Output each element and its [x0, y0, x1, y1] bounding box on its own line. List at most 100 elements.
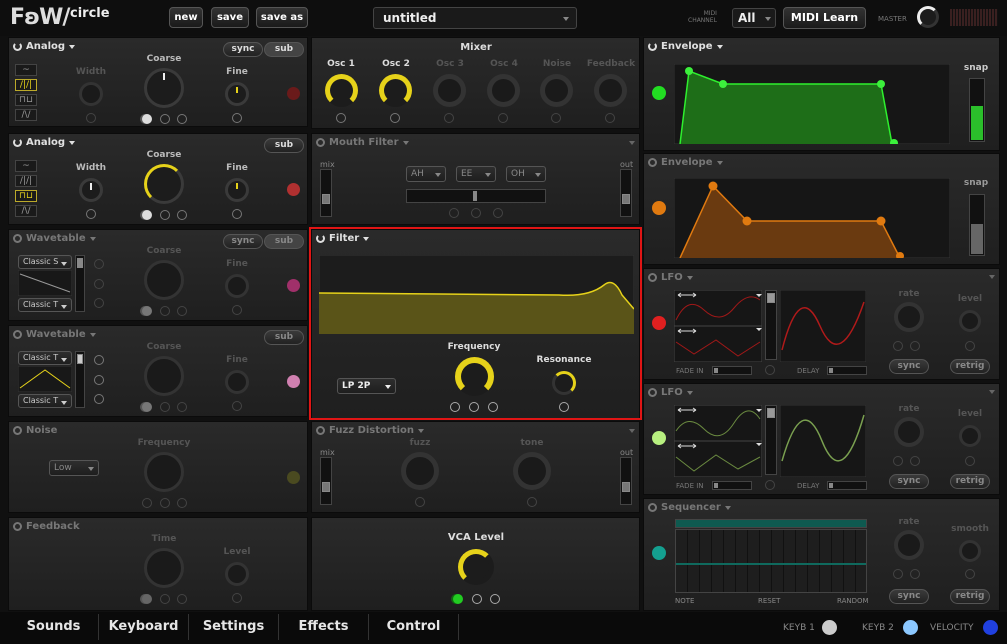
sub-button[interactable]: sub: [264, 138, 304, 153]
mod-slot[interactable]: [450, 402, 460, 412]
mod-slot[interactable]: [765, 480, 775, 490]
filter-resonance-knob[interactable]: [552, 371, 576, 395]
fade-in-slider[interactable]: [712, 481, 752, 490]
sequencer-rate-knob[interactable]: [894, 530, 924, 560]
wave-sine-icon[interactable]: ~: [15, 160, 37, 172]
osc4-level-knob[interactable]: [487, 74, 520, 107]
midi-channel-select[interactable]: All: [732, 8, 776, 28]
mod-slot[interactable]: [232, 209, 242, 219]
lfo1-sync-button[interactable]: sync: [889, 359, 929, 374]
noise-header[interactable]: Noise: [13, 425, 57, 436]
sequencer-length-bar[interactable]: [675, 519, 867, 528]
mod-slot[interactable]: [965, 569, 975, 579]
power-icon[interactable]: [13, 426, 22, 435]
wavetable-a-select[interactable]: Classic S: [18, 255, 72, 269]
mod-slot[interactable]: [488, 402, 498, 412]
feedback-level-knob[interactable]: [594, 74, 627, 107]
coarse-knob[interactable]: [144, 260, 184, 300]
lfo1-shape-selector[interactable]: [674, 290, 762, 362]
attack-handle[interactable]: [708, 181, 718, 191]
mod-slot[interactable]: [444, 113, 454, 123]
envelope2-graph[interactable]: [674, 178, 950, 258]
tab-keyboard[interactable]: Keyboard: [99, 614, 189, 640]
vowel-morph-slider[interactable]: [406, 189, 546, 203]
chevron-down-icon[interactable]: [629, 429, 635, 433]
mod-slot[interactable]: [94, 394, 104, 404]
mod-slot[interactable]: [160, 594, 170, 604]
mod-slot[interactable]: [94, 298, 104, 308]
mix-slider[interactable]: [320, 457, 332, 505]
power-icon[interactable]: [648, 158, 657, 167]
mod-slot[interactable]: [390, 113, 400, 123]
power-icon[interactable]: [316, 234, 325, 243]
sub-button[interactable]: sub: [264, 234, 304, 249]
lfo2-level-knob[interactable]: [959, 425, 981, 447]
chevron-down-icon[interactable]: [629, 141, 635, 145]
envelope1-graph[interactable]: [674, 64, 950, 144]
osc3-header[interactable]: Wavetable: [13, 233, 96, 244]
wavetable-b-select[interactable]: Classic T: [18, 298, 72, 312]
chevron-down-icon[interactable]: [989, 390, 995, 394]
wave-saw-icon[interactable]: /|/|: [15, 175, 37, 187]
power-icon[interactable]: [648, 503, 657, 512]
sequencer-retrig-button[interactable]: retrig: [950, 589, 990, 604]
feedback-time-knob[interactable]: [144, 548, 184, 588]
mod-slot[interactable]: [471, 208, 481, 218]
sub-button[interactable]: sub: [264, 330, 304, 345]
mod-slot[interactable]: [605, 113, 615, 123]
power-icon[interactable]: [13, 522, 22, 531]
coarse-knob[interactable]: [144, 68, 184, 108]
mod-slot[interactable]: [86, 209, 96, 219]
width-knob[interactable]: [79, 82, 103, 106]
osc2-header[interactable]: Analog: [13, 137, 76, 148]
mod-slot[interactable]: [910, 569, 920, 579]
osc1-level-knob[interactable]: [325, 74, 358, 107]
sync-button[interactable]: sync: [223, 234, 263, 249]
mod-slot[interactable]: [415, 497, 425, 507]
sequencer-steps[interactable]: [675, 529, 867, 593]
fine-knob[interactable]: [225, 274, 249, 298]
fade-in-slider[interactable]: [712, 366, 752, 375]
mod-slot[interactable]: [493, 208, 503, 218]
tab-effects[interactable]: Effects: [279, 614, 369, 640]
vca-level-knob[interactable]: [458, 549, 494, 585]
mod-slot[interactable]: [232, 113, 242, 123]
mod-slot-active[interactable]: [142, 594, 152, 604]
mod-slot[interactable]: [232, 593, 242, 603]
fine-knob[interactable]: [225, 178, 249, 202]
decay-handle[interactable]: [719, 80, 727, 88]
envelope2-snap-slider[interactable]: [969, 194, 985, 256]
master-volume-knob[interactable]: [917, 6, 939, 28]
coarse-knob[interactable]: [144, 356, 184, 396]
coarse-knob[interactable]: [144, 164, 184, 204]
envelope2-header[interactable]: Envelope: [648, 157, 723, 168]
tab-settings[interactable]: Settings: [189, 614, 279, 640]
fine-knob[interactable]: [225, 370, 249, 394]
mod-slot[interactable]: [177, 594, 187, 604]
wave-square-icon[interactable]: ⊓⊔: [15, 190, 37, 202]
tab-sounds[interactable]: Sounds: [9, 614, 99, 640]
vowel-b-select[interactable]: EE: [456, 166, 496, 182]
lfo1-retrig-button[interactable]: retrig: [950, 359, 990, 374]
mouth-filter-header[interactable]: Mouth Filter: [316, 137, 409, 148]
mod-slot[interactable]: [449, 208, 459, 218]
wave-sine-icon[interactable]: ~: [15, 64, 37, 76]
mod-slot-active[interactable]: [142, 306, 152, 316]
mix-slider[interactable]: [320, 169, 332, 217]
lfo2-retrig-button[interactable]: retrig: [950, 474, 990, 489]
osc1-header[interactable]: Analog: [13, 41, 76, 52]
mod-slot-active[interactable]: [142, 114, 152, 124]
mod-slot[interactable]: [160, 402, 170, 412]
preset-selector[interactable]: untitled: [373, 7, 577, 29]
mod-slot[interactable]: [177, 402, 187, 412]
out-slider[interactable]: [620, 169, 632, 217]
feedback-header[interactable]: Feedback: [13, 521, 80, 532]
power-icon[interactable]: [13, 42, 22, 51]
mod-slot[interactable]: [336, 113, 346, 123]
chevron-down-icon[interactable]: [989, 275, 995, 279]
sequencer-sync-button[interactable]: sync: [889, 589, 929, 604]
lfo2-shape-selector[interactable]: [674, 405, 762, 477]
mod-slot[interactable]: [893, 569, 903, 579]
lfo1-rate-knob[interactable]: [894, 302, 924, 332]
wavetable-b-select[interactable]: Classic T: [18, 394, 72, 408]
